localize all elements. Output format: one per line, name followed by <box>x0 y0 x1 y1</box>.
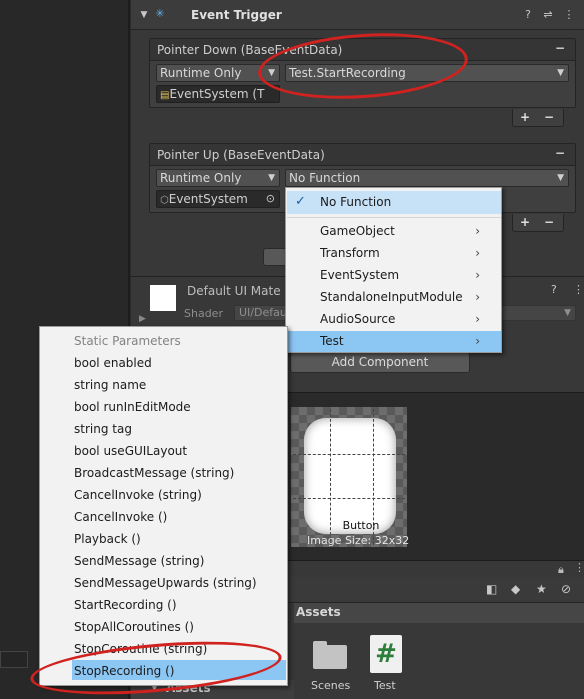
component-title: Event Trigger <box>191 8 282 22</box>
material-foldout-icon[interactable]: ▶ <box>139 314 146 324</box>
asset-label[interactable]: Scenes <box>311 679 350 692</box>
filter-type-icon[interactable]: ◧ <box>486 582 497 596</box>
assets-breadcrumb[interactable]: Assets <box>294 603 584 623</box>
function-value: No Function <box>289 171 361 185</box>
context-menu-icon[interactable]: ⋮ <box>562 8 576 22</box>
remove-listener-button[interactable]: − <box>537 214 561 230</box>
submenu-chevron-icon: › <box>475 334 480 348</box>
object-value: EventSystem (T <box>169 87 265 101</box>
menu-item-test[interactable]: Test › <box>320 330 490 352</box>
object-value: EventSystem <box>168 192 248 206</box>
menu-item[interactable]: BroadcastMessage (string) <box>74 462 284 484</box>
menu-item[interactable]: bool enabled <box>74 352 284 374</box>
list-buttons: + − <box>512 109 564 127</box>
menu-item-no-function[interactable]: No Function <box>320 191 490 213</box>
material-menu-icon[interactable]: ⋮ <box>573 283 584 296</box>
event-trigger-icon: ✳ <box>155 7 165 20</box>
event-header: Pointer Up (BaseEventData) <box>150 144 575 166</box>
runtime-value: Runtime Only <box>160 66 242 80</box>
filter-label-icon[interactable]: ◆ <box>511 582 520 596</box>
help-icon[interactable]: ? <box>521 8 535 22</box>
runtime-value: Runtime Only <box>160 171 242 185</box>
hidden-packages-icon[interactable]: ⊘ <box>561 582 571 596</box>
remove-event-button[interactable]: − <box>555 41 565 55</box>
folder-icon[interactable] <box>313 641 347 669</box>
menu-item-transform[interactable]: Transform › <box>320 242 490 264</box>
function-dropdown[interactable]: No Function ▼ <box>285 169 569 187</box>
menu-item[interactable]: bool useGUILayout <box>74 440 284 462</box>
button-sprite-preview <box>304 418 396 534</box>
menu-item-label: Test <box>320 334 344 348</box>
panel-menu-icon[interactable]: ⋮ <box>574 561 584 574</box>
menu-item-label: StandaloneInputModule <box>320 290 463 304</box>
remove-event-button[interactable]: − <box>555 146 565 160</box>
preview-name: Button <box>342 519 380 532</box>
shader-value: UI/Defau <box>239 306 287 319</box>
slice-guide <box>293 498 405 499</box>
dropdown-arrow-icon: ▼ <box>557 68 564 78</box>
add-component-button[interactable]: Add Component <box>290 352 470 373</box>
submenu-chevron-icon: › <box>475 268 480 282</box>
foldout-arrow-icon[interactable]: ▼ <box>137 8 151 22</box>
menu-section-header: Static Parameters <box>74 334 181 348</box>
add-listener-button[interactable]: + <box>513 214 537 230</box>
menu-item-label: Transform <box>320 246 380 260</box>
checkmark-icon: ✓ <box>295 194 306 209</box>
slice-guide <box>293 454 405 455</box>
menu-item-label: GameObject <box>320 224 395 238</box>
menu-item[interactable]: string name <box>74 374 284 396</box>
method-menu: Static Parameters bool enabled string na… <box>39 326 288 686</box>
menu-item-audiosource[interactable]: AudioSource › <box>320 308 490 330</box>
menu-item[interactable]: bool runInEditMode <box>74 396 284 418</box>
submenu-chevron-icon: › <box>475 246 480 260</box>
menu-item[interactable]: string tag <box>74 418 284 440</box>
submenu-chevron-icon: › <box>475 224 480 238</box>
object-field[interactable]: ⬡EventSystem ⊙ <box>156 190 280 208</box>
menu-item-label: AudioSource <box>320 312 396 326</box>
menu-item[interactable]: StopAllCoroutines () <box>74 616 284 638</box>
left-field[interactable] <box>0 651 28 668</box>
dropdown-arrow-icon: ▼ <box>564 308 571 318</box>
material-title: Default UI Mate <box>187 284 281 298</box>
submenu-chevron-icon: › <box>475 312 480 326</box>
remove-listener-button[interactable]: − <box>537 109 561 125</box>
list-buttons: + − <box>512 214 564 232</box>
menu-item[interactable]: StartRecording () <box>74 594 284 616</box>
menu-item[interactable]: Playback () <box>74 528 284 550</box>
function-menu: ✓ No Function GameObject › Transform › Eve… <box>285 187 502 353</box>
menu-item-standaloneinputmodule[interactable]: StandaloneInputModule › <box>320 286 490 308</box>
submenu-chevron-icon: › <box>475 290 480 304</box>
material-help-icon[interactable]: ? <box>551 283 557 296</box>
dropdown-arrow-icon: ▼ <box>557 173 564 183</box>
object-picker-icon[interactable]: ⊙ <box>266 191 275 207</box>
shader-label: Shader <box>184 307 223 320</box>
menu-item-label: EventSystem <box>320 268 400 282</box>
menu-item-eventsystem[interactable]: EventSystem › <box>320 264 490 286</box>
asset-label[interactable]: Test <box>374 679 396 692</box>
menu-item[interactable]: CancelInvoke (string) <box>74 484 284 506</box>
runtime-dropdown[interactable]: Runtime Only ▼ <box>156 169 280 187</box>
add-listener-button[interactable]: + <box>513 109 537 125</box>
menu-item[interactable]: SendMessage (string) <box>74 550 284 572</box>
preview-size: Image Size: 32x32 <box>307 534 410 547</box>
event-trigger-header[interactable]: ▼ ✳ Event Trigger ? ⇌ ⋮ <box>131 0 584 30</box>
object-field[interactable]: ▤EventSystem (T <box>156 85 280 103</box>
menu-divider <box>287 217 501 218</box>
menu-item-label: No Function <box>320 195 392 209</box>
menu-item-gameobject[interactable]: GameObject › <box>320 220 490 242</box>
menu-item[interactable]: SendMessageUpwards (string) <box>74 572 284 594</box>
csharp-script-icon[interactable]: # <box>370 635 402 673</box>
material-preview <box>150 285 176 311</box>
favorites-icon[interactable]: ★ <box>536 582 547 596</box>
presets-icon[interactable]: ⇌ <box>541 8 555 22</box>
lock-icon[interactable]: 🔒︎ <box>558 563 564 577</box>
menu-item[interactable]: CancelInvoke () <box>74 506 284 528</box>
dropdown-arrow-icon: ▼ <box>268 173 275 183</box>
gameobject-icon: ⬡ <box>160 195 169 206</box>
